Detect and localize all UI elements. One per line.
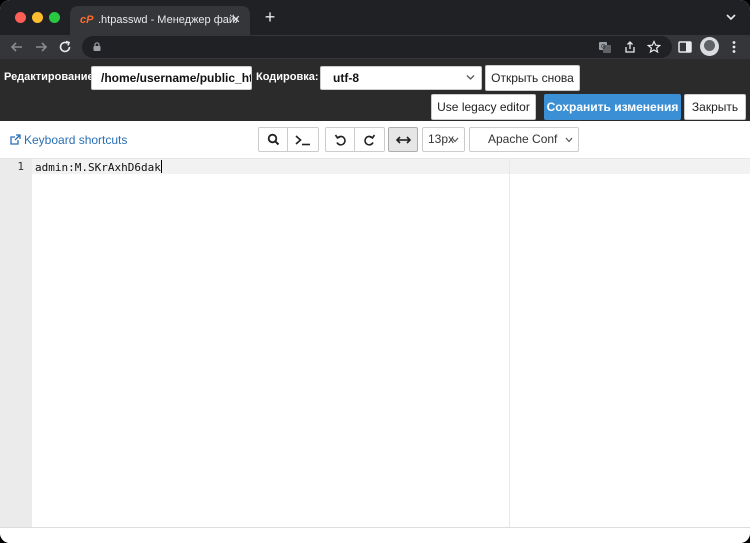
svg-text:G: G [601, 44, 606, 51]
new-tab-icon[interactable]: + [262, 8, 278, 26]
address-bar[interactable]: G [82, 36, 672, 58]
keyboard-shortcuts-link[interactable]: Keyboard shortcuts [24, 133, 127, 147]
tab-title: .htpasswd - Менеджер файлов [98, 14, 238, 26]
save-changes-button[interactable]: Сохранить изменения [544, 94, 681, 120]
avatar-face-icon [704, 40, 715, 51]
side-panel-icon[interactable] [677, 39, 693, 55]
code-line[interactable]: admin:M.SKrAxhD6dak [35, 160, 162, 175]
minimize-window-button[interactable] [32, 12, 43, 23]
redo-button[interactable] [355, 127, 385, 152]
print-margin [509, 159, 510, 528]
legacy-editor-button[interactable]: Use legacy editor [431, 94, 536, 120]
undo-icon [334, 134, 346, 146]
chevron-down-icon [466, 75, 475, 80]
redo-icon [364, 134, 376, 146]
editor-toolbar: Keyboard shortcuts 13px Apache Conf [0, 121, 750, 158]
browser-window: cP .htpasswd - Менеджер файлов ✕ + G Ред… [0, 0, 750, 543]
cpanel-favicon-icon: cP [80, 14, 94, 26]
undo-button[interactable] [325, 127, 355, 152]
code-line-text: admin:M.SKrAxhD6dak [35, 161, 161, 174]
encoding-label: Кодировка: [256, 71, 319, 83]
browser-toolbar: G [0, 35, 750, 59]
line-number: 1 [17, 160, 24, 173]
tab-search-chevron-icon[interactable] [724, 10, 738, 24]
terminal-icon [295, 135, 310, 146]
search-icon [267, 133, 280, 146]
reload-icon[interactable] [56, 38, 74, 56]
browser-menu-icon[interactable] [726, 39, 742, 55]
mode-value: Apache Conf [488, 132, 558, 146]
font-size-select[interactable]: 13px [422, 127, 465, 152]
forward-arrow-icon[interactable] [32, 38, 50, 56]
encoding-select[interactable]: utf-8 [320, 66, 482, 90]
code-editor[interactable]: 1 admin:M.SKrAxhD6dak [0, 158, 750, 528]
maximize-window-button[interactable] [49, 12, 60, 23]
close-editor-button[interactable]: Закрыть [684, 94, 746, 120]
horizontal-arrows-icon [396, 136, 411, 144]
chevron-down-icon [451, 137, 459, 143]
encoding-value: utf-8 [333, 71, 359, 85]
search-button[interactable] [258, 127, 288, 152]
bookmark-star-icon[interactable] [647, 40, 661, 54]
chevron-down-icon [565, 137, 573, 143]
reopen-button[interactable]: Открыть снова [485, 65, 580, 91]
browser-tab[interactable]: cP .htpasswd - Менеджер файлов ✕ [70, 6, 250, 35]
close-window-button[interactable] [15, 12, 26, 23]
tab-strip: cP .htpasswd - Менеджер файлов ✕ + [0, 0, 750, 35]
tab-close-icon[interactable]: ✕ [228, 12, 244, 28]
editor-header: Редактирование: /home/username/public_ht… [0, 59, 750, 121]
line-gutter: 1 [0, 159, 32, 528]
lock-icon [93, 42, 101, 51]
back-arrow-icon[interactable] [8, 38, 26, 56]
word-wrap-toggle[interactable] [388, 127, 418, 152]
share-icon[interactable] [623, 40, 637, 54]
go-to-line-button[interactable] [288, 127, 319, 152]
text-cursor [160, 160, 162, 173]
profile-avatar[interactable] [700, 37, 719, 56]
external-link-icon [10, 134, 21, 145]
bottom-border [0, 527, 750, 543]
file-path-field[interactable]: /home/username/public_html/.htpasswd [91, 66, 252, 90]
mode-select[interactable]: Apache Conf [469, 127, 579, 152]
translate-icon[interactable]: G [598, 40, 612, 54]
edit-label: Редактирование: [4, 71, 98, 83]
